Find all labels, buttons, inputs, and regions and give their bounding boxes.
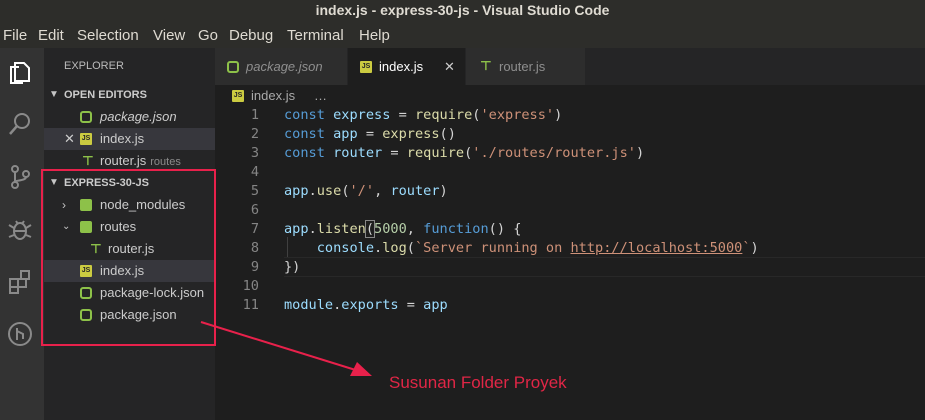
annotation-arrow bbox=[200, 321, 372, 376]
annotation-label: Susunan Folder Proyek bbox=[389, 373, 567, 392]
